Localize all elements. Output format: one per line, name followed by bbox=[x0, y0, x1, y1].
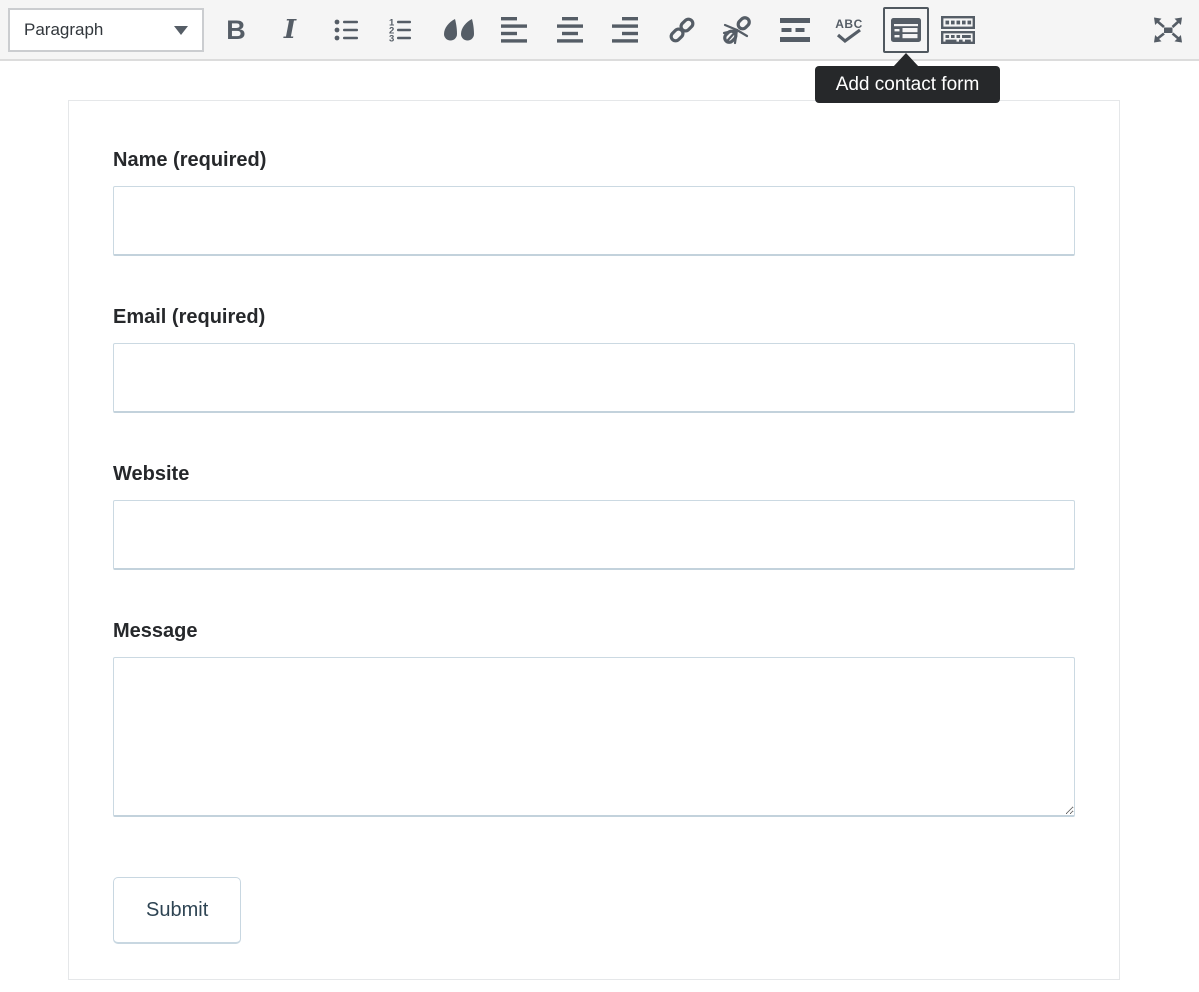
bulleted-list-button[interactable] bbox=[327, 8, 367, 52]
email-field-label: Email (required) bbox=[113, 304, 1075, 330]
message-field-label: Message bbox=[113, 618, 1075, 644]
align-center-icon bbox=[557, 17, 583, 43]
toolbar-toggle-button[interactable] bbox=[936, 8, 980, 52]
email-field[interactable] bbox=[113, 343, 1075, 413]
add-contact-form-button[interactable] bbox=[883, 7, 929, 53]
editor-toolbar: Paragraph B I 1 2 3 bbox=[0, 0, 1199, 61]
message-field[interactable] bbox=[113, 657, 1075, 817]
fullscreen-icon bbox=[1152, 16, 1184, 44]
italic-icon: I bbox=[284, 15, 296, 45]
name-field[interactable] bbox=[113, 186, 1075, 256]
website-field-label: Website bbox=[113, 461, 1075, 487]
spellcheck-button[interactable]: ABC bbox=[827, 8, 871, 52]
spellcheck-icon: ABC bbox=[835, 18, 863, 43]
bold-icon: B bbox=[226, 15, 246, 46]
paragraph-format-select[interactable]: Paragraph bbox=[8, 8, 204, 52]
align-right-icon bbox=[612, 17, 638, 43]
name-field-label: Name (required) bbox=[113, 147, 1075, 173]
contact-form-preview: Name (required) Email (required) Website… bbox=[68, 100, 1120, 980]
numbered-list-icon: 1 2 3 bbox=[388, 16, 416, 44]
insert-link-button[interactable] bbox=[662, 8, 702, 52]
fullscreen-button[interactable] bbox=[1148, 8, 1188, 52]
contact-form-icon bbox=[891, 18, 921, 42]
chevron-down-icon bbox=[174, 26, 188, 35]
unlink-icon bbox=[722, 15, 752, 45]
italic-button[interactable]: I bbox=[270, 8, 310, 52]
svg-text:3: 3 bbox=[389, 34, 394, 45]
tooltip-caret bbox=[893, 53, 919, 67]
tooltip-text: Add contact form bbox=[836, 74, 980, 96]
align-center-button[interactable] bbox=[550, 8, 590, 52]
website-field[interactable] bbox=[113, 500, 1075, 570]
blockquote-icon bbox=[444, 19, 474, 41]
link-icon bbox=[667, 15, 697, 45]
numbered-list-button[interactable]: 1 2 3 bbox=[382, 8, 422, 52]
editor-screen: Paragraph B I 1 2 3 bbox=[0, 0, 1199, 992]
tooltip-add-contact-form: Add contact form bbox=[815, 66, 1000, 103]
format-select-value: Paragraph bbox=[24, 20, 174, 40]
align-right-button[interactable] bbox=[605, 8, 645, 52]
remove-link-button[interactable] bbox=[717, 8, 757, 52]
blockquote-button[interactable] bbox=[439, 8, 479, 52]
align-left-icon bbox=[501, 17, 527, 43]
read-more-icon bbox=[780, 18, 810, 42]
insert-read-more-button[interactable] bbox=[775, 8, 815, 52]
align-left-button[interactable] bbox=[494, 8, 534, 52]
bulleted-list-icon bbox=[333, 16, 361, 44]
bold-button[interactable]: B bbox=[216, 8, 256, 52]
submit-button[interactable]: Submit bbox=[113, 877, 241, 944]
keyboard-icon bbox=[941, 16, 975, 44]
checkmark-icon bbox=[836, 30, 862, 43]
